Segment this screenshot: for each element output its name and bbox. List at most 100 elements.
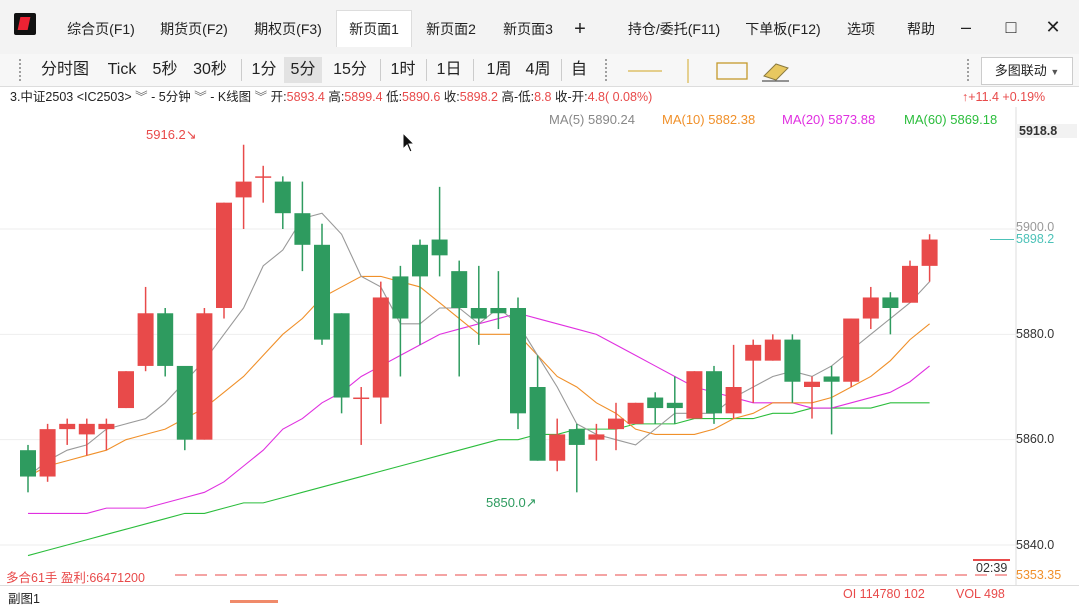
minimize-button[interactable]: – — [951, 12, 981, 42]
period-label[interactable]: - 5分钟 — [151, 90, 191, 104]
candle-body[interactable] — [137, 313, 154, 366]
toolbar-grip-icon[interactable] — [966, 58, 970, 82]
candle-body[interactable] — [157, 313, 174, 366]
price-change: ↑+11.4 +0.19% — [962, 90, 1046, 104]
candle-body[interactable] — [666, 402, 683, 409]
candle-body[interactable] — [843, 318, 860, 382]
close-label: 收: — [443, 90, 460, 104]
multi-chart-link-dropdown[interactable]: 多图联动 ▼ — [981, 57, 1073, 85]
chevron-down-icon[interactable]: ︾ — [255, 90, 268, 104]
tab-overview[interactable]: 综合页(F1) — [58, 11, 144, 47]
period-5s[interactable]: 5秒 — [147, 57, 183, 83]
candle-body[interactable] — [490, 308, 507, 314]
period-1w[interactable]: 1周 — [478, 57, 520, 83]
candle-body[interactable] — [725, 387, 742, 414]
candle-body[interactable] — [98, 423, 115, 430]
candle-body[interactable] — [568, 429, 585, 445]
period-tick[interactable]: Tick — [100, 57, 144, 83]
period-15m[interactable]: 15分 — [325, 57, 375, 83]
drawing-tools — [628, 59, 789, 83]
toolbar-grip-icon[interactable] — [18, 58, 22, 82]
high-label: 高: — [328, 90, 345, 104]
open-value: 5893.4 — [286, 90, 325, 104]
period-timeshare[interactable]: 分时图 — [33, 57, 97, 83]
candle-body[interactable] — [764, 339, 781, 361]
tab-new-page-2[interactable]: 新页面2 — [414, 11, 488, 47]
tab-options[interactable]: 期权页(F3) — [244, 11, 332, 47]
ma60-line — [27, 402, 930, 557]
chart-type-label[interactable]: - K线图 — [210, 90, 251, 104]
sub-chart-label[interactable]: 副图1 — [8, 588, 40, 607]
candle-body[interactable] — [862, 297, 879, 319]
candle-body[interactable] — [823, 376, 840, 382]
toolbar-divider — [561, 59, 562, 81]
period-4w[interactable]: 4周 — [520, 57, 556, 83]
menu-options[interactable]: 选项 — [836, 11, 886, 47]
candle-body[interactable] — [902, 265, 918, 303]
period-5m[interactable]: 5分 — [284, 57, 322, 83]
high-low-label: 高-低: — [501, 90, 535, 104]
candle-body[interactable] — [627, 402, 644, 424]
candle-body[interactable] — [196, 313, 213, 440]
chevron-down-icon[interactable]: ︾ — [194, 90, 207, 104]
period-30s[interactable]: 30秒 — [186, 57, 234, 83]
candle-body[interactable] — [529, 387, 546, 461]
candle-body[interactable] — [647, 397, 664, 409]
period-1m[interactable]: 1分 — [246, 57, 282, 83]
tab-futures[interactable]: 期货页(F2) — [150, 11, 238, 47]
candle-body[interactable] — [78, 423, 95, 435]
candle-body[interactable] — [588, 434, 605, 440]
candle-body[interactable] — [216, 202, 232, 308]
chevron-down-icon[interactable]: ︾ — [135, 90, 148, 104]
candle-body[interactable] — [274, 181, 291, 214]
add-tab-button[interactable]: + — [566, 11, 594, 47]
price-axis-tick: 5900.0 — [1016, 220, 1055, 234]
candle-body[interactable] — [921, 239, 938, 266]
candle-body[interactable] — [882, 297, 899, 308]
candle-body[interactable] — [804, 381, 820, 387]
symbol-label[interactable]: 3.中证2503 <IC2503> — [10, 90, 132, 104]
candle-body[interactable] — [745, 344, 762, 361]
menu-help[interactable]: 帮助 — [896, 11, 946, 47]
candle-body[interactable] — [353, 397, 370, 400]
toolbar-grip-icon[interactable] — [604, 58, 608, 82]
candle-body[interactable] — [510, 308, 526, 414]
rectangle-tool-icon[interactable] — [716, 62, 748, 80]
tab-new-page-1[interactable]: 新页面1 — [336, 10, 412, 47]
candle-body[interactable] — [118, 371, 134, 409]
candle-body[interactable] — [39, 429, 56, 477]
maximize-button[interactable]: □ — [996, 12, 1026, 42]
candle-body[interactable] — [392, 276, 409, 319]
period-custom[interactable]: 自 — [566, 57, 592, 83]
candle-body[interactable] — [294, 213, 311, 245]
candle-body[interactable] — [59, 423, 76, 430]
candlestick-chart[interactable] — [0, 107, 1079, 585]
eraser-icon[interactable] — [762, 63, 789, 82]
candle-body[interactable] — [686, 371, 703, 419]
candle-body[interactable] — [314, 244, 330, 340]
period-1d[interactable]: 1日 — [430, 57, 468, 83]
candle-body[interactable] — [235, 181, 252, 198]
candle-body[interactable] — [255, 176, 272, 178]
candle-body[interactable] — [431, 239, 448, 256]
candle-body[interactable] — [706, 371, 722, 414]
tab-positions-orders[interactable]: 持仓/委托(F11) — [616, 11, 732, 47]
period-1h[interactable]: 1时 — [384, 57, 422, 83]
tab-order-board[interactable]: 下单板(F12) — [736, 11, 830, 47]
mouse-cursor-icon — [402, 132, 416, 153]
sub-chart-bar: 副图1 OI 114780 102 VOL 498 — [0, 585, 1079, 608]
toolbar-divider — [241, 59, 242, 81]
low-value: 5890.6 — [402, 90, 441, 104]
candle-body[interactable] — [608, 418, 624, 430]
candle-body[interactable] — [412, 244, 428, 277]
candle-body[interactable] — [372, 297, 389, 398]
candle-body[interactable] — [451, 271, 468, 308]
candle-body[interactable] — [333, 313, 350, 398]
candle-body[interactable] — [176, 365, 193, 440]
tab-new-page-3[interactable]: 新页面3 — [492, 11, 564, 47]
close-button[interactable]: ✕ — [1038, 12, 1068, 42]
candle-body[interactable] — [470, 308, 487, 319]
candle-body[interactable] — [784, 339, 801, 382]
candle-body[interactable] — [549, 434, 566, 461]
candle-body[interactable] — [20, 450, 36, 477]
